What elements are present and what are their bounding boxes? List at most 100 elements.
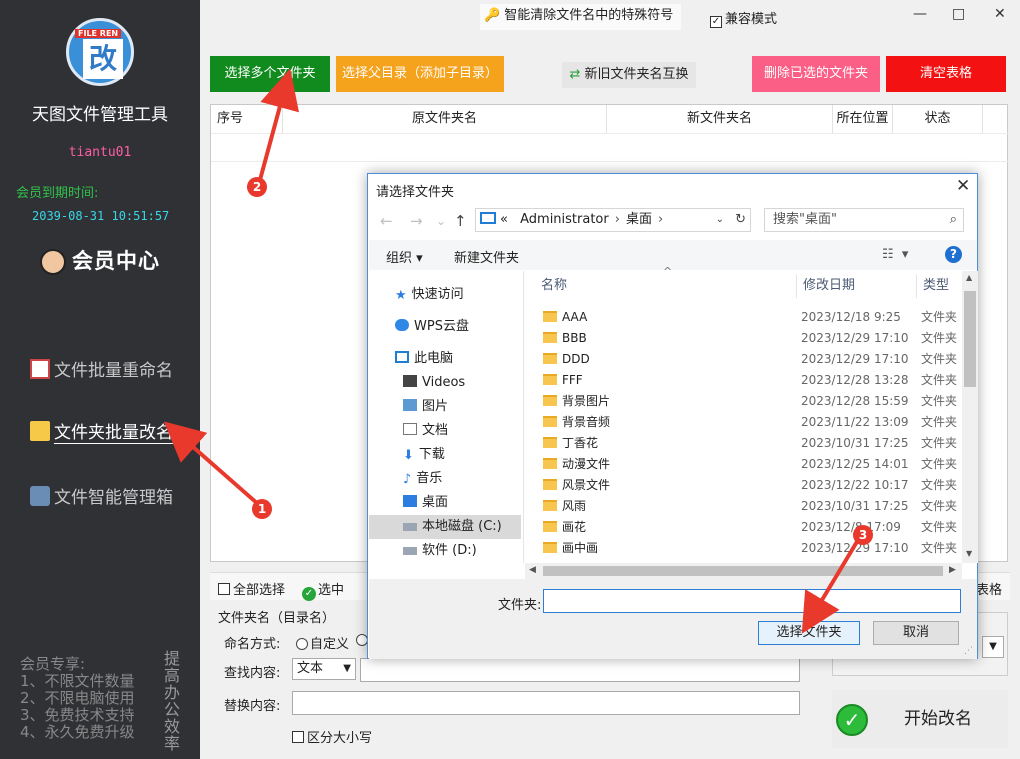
nav-file-rename[interactable]: 文件批量重命名 bbox=[30, 356, 173, 381]
replace-input[interactable] bbox=[292, 691, 800, 715]
file-row[interactable]: 背景音频 2023/11/22 13:09 文件夹 bbox=[525, 412, 962, 433]
vertical-scrollbar[interactable]: ▲ ▼ bbox=[962, 271, 978, 563]
checkbox-icon bbox=[292, 731, 304, 743]
table-tail-label[interactable]: 表格 bbox=[976, 579, 1002, 598]
file-name-text: 风景文件 bbox=[562, 478, 611, 492]
minimize-button[interactable]: — bbox=[913, 6, 927, 22]
path-segment[interactable]: Administrator bbox=[520, 212, 609, 227]
file-row[interactable]: AAA 2023/12/18 9:25 文件夹 bbox=[525, 307, 962, 328]
scroll-left-icon[interactable]: ◀ bbox=[529, 565, 536, 575]
file-row[interactable]: 画花 2023/12/8 17:09 文件夹 bbox=[525, 517, 962, 538]
path-segment[interactable]: 桌面 bbox=[626, 212, 652, 227]
path-overflow[interactable]: « bbox=[500, 212, 508, 227]
col-original-name[interactable]: 原文件夹名 bbox=[283, 105, 607, 133]
new-folder-button[interactable]: 新建文件夹 bbox=[454, 247, 519, 266]
file-row[interactable]: DDD 2023/12/29 17:10 文件夹 bbox=[525, 349, 962, 370]
find-type-value: 文本 bbox=[297, 661, 324, 676]
nav-folder-rename[interactable]: 文件夹批量改名 bbox=[30, 418, 173, 444]
drive-icon bbox=[403, 547, 417, 555]
col-location[interactable]: 所在位置 bbox=[833, 105, 893, 133]
col-type[interactable]: 类型 bbox=[917, 274, 962, 298]
tree-item-videos[interactable]: Videos bbox=[369, 371, 521, 395]
select-parent-dir-button[interactable]: 选择父目录（添加子目录） bbox=[336, 56, 504, 92]
select-multiple-folders-button[interactable]: 选择多个文件夹 bbox=[210, 56, 330, 92]
select-button[interactable]: ✓ 选中 bbox=[302, 579, 344, 601]
document-icon bbox=[403, 423, 417, 435]
col-index[interactable]: 序号 bbox=[211, 105, 283, 133]
special-symbol-feature[interactable]: 🔑 智能清除文件名中的特殊符号 bbox=[480, 4, 682, 30]
start-rename-button[interactable]: ✓ 开始改名 bbox=[832, 690, 1008, 748]
annotation-badge: 1 bbox=[252, 499, 272, 519]
help-icon[interactable]: ? bbox=[945, 246, 962, 263]
scroll-thumb[interactable] bbox=[543, 566, 943, 576]
cancel-button[interactable]: 取消 bbox=[873, 621, 959, 645]
find-type-select[interactable]: 文本 ▼ bbox=[292, 658, 356, 680]
member-perks: 会员专享: 1、不限文件数量 2、不限电脑使用 3、免费技术支持 4、永久免费升… bbox=[20, 656, 135, 741]
file-row[interactable]: BBB 2023/12/29 17:10 文件夹 bbox=[525, 328, 962, 349]
tree-item-this-pc[interactable]: 此电脑 bbox=[369, 347, 521, 371]
back-arrow-icon[interactable]: ← bbox=[380, 212, 393, 230]
refresh-icon[interactable]: ↻ bbox=[735, 209, 746, 231]
find-input[interactable] bbox=[360, 658, 800, 682]
tree-item-downloads[interactable]: ⬇ 下载 bbox=[369, 443, 521, 467]
tree-item-drive-c[interactable]: 本地磁盘 (C:) bbox=[369, 515, 521, 539]
file-type: 文件夹 bbox=[921, 310, 958, 324]
swap-names-button[interactable]: ⇄ 新旧文件夹名互换 bbox=[562, 62, 696, 88]
tree-divider[interactable] bbox=[523, 271, 524, 563]
file-date: 2023/12/22 10:17 bbox=[801, 478, 909, 492]
tree-item-drive-d[interactable]: 软件 (D:) bbox=[369, 539, 521, 563]
file-row[interactable]: 风雨 2023/10/31 17:25 文件夹 bbox=[525, 496, 962, 517]
maximize-button[interactable]: □ bbox=[952, 6, 965, 22]
choose-folder-button[interactable]: 选择文件夹 bbox=[758, 621, 860, 645]
select-label: 选中 bbox=[318, 583, 345, 598]
nav-folder-rename-label: 文件夹批量改名 bbox=[54, 423, 173, 444]
resize-grip-icon[interactable]: ⋰ bbox=[964, 646, 973, 656]
nav-smart-box[interactable]: 文件智能管理箱 bbox=[30, 483, 173, 508]
view-options-icon[interactable]: ☷ ▾ bbox=[882, 247, 908, 262]
col-name[interactable]: 名称 bbox=[525, 274, 797, 298]
tree-item-documents[interactable]: 文档 bbox=[369, 419, 521, 443]
tree-item-pictures[interactable]: 图片 bbox=[369, 395, 521, 419]
select-all-checkbox[interactable]: 全部选择 bbox=[218, 579, 285, 598]
right-options-select[interactable]: ▼ bbox=[982, 636, 1004, 658]
close-button[interactable]: ✕ bbox=[994, 6, 1006, 22]
swap-label: 新旧文件夹名互换 bbox=[584, 67, 689, 82]
recent-chevron-icon[interactable]: ⌄ bbox=[436, 214, 446, 228]
case-sensitive-checkbox[interactable]: 区分大小写 bbox=[292, 727, 372, 746]
file-row[interactable]: 动漫文件 2023/12/25 14:01 文件夹 bbox=[525, 454, 962, 475]
chevron-down-icon: ▼ bbox=[989, 641, 997, 652]
file-row[interactable]: 丁香花 2023/10/31 17:25 文件夹 bbox=[525, 433, 962, 454]
naming-custom-radio[interactable]: 自定义 bbox=[296, 633, 349, 652]
compat-mode-checkbox[interactable]: ✓ 兼容模式 bbox=[710, 8, 777, 28]
scroll-thumb[interactable] bbox=[964, 291, 976, 387]
file-date: 2023/12/8 17:09 bbox=[801, 520, 901, 534]
address-bar[interactable]: « Administrator › 桌面 › ⌄ ↻ bbox=[475, 208, 751, 232]
member-center-button[interactable]: 会员中心 bbox=[40, 245, 160, 275]
col-status[interactable]: 状态 bbox=[893, 105, 983, 133]
folder-name-input[interactable] bbox=[543, 589, 961, 613]
tree-item-desktop[interactable]: 桌面 bbox=[369, 491, 521, 515]
scroll-up-icon[interactable]: ▲ bbox=[966, 273, 972, 282]
up-arrow-icon[interactable]: ↑ bbox=[454, 212, 467, 230]
col-new-name[interactable]: 新文件夹名 bbox=[607, 105, 833, 133]
scroll-right-icon[interactable]: ▶ bbox=[949, 565, 956, 575]
horizontal-scrollbar[interactable]: ◀ ▶ bbox=[525, 563, 962, 579]
col-modified[interactable]: 修改日期 bbox=[797, 274, 917, 298]
chevron-down-icon[interactable]: ⌄ bbox=[716, 209, 724, 231]
clear-table-button[interactable]: 清空表格 bbox=[886, 56, 1006, 92]
folder-name-label: 文件夹: bbox=[498, 598, 542, 613]
tree-item-quick-access[interactable]: ★ 快速访问 bbox=[369, 283, 521, 307]
file-row[interactable]: 画中画 2023/12/29 17:10 文件夹 bbox=[525, 538, 962, 559]
dialog-close-button[interactable]: ✕ bbox=[956, 176, 970, 196]
file-row[interactable]: FFF 2023/12/28 13:28 文件夹 bbox=[525, 370, 962, 391]
tree-item-music[interactable]: ♪ 音乐 bbox=[369, 467, 521, 491]
tree-item-wps-cloud[interactable]: WPS云盘 bbox=[369, 315, 521, 339]
file-row[interactable]: 背景图片 2023/12/28 15:59 文件夹 bbox=[525, 391, 962, 412]
dialog-search-input[interactable]: 搜索"桌面" ⌕ bbox=[764, 208, 964, 232]
file-type: 文件夹 bbox=[921, 331, 958, 345]
scroll-down-icon[interactable]: ▼ bbox=[966, 549, 972, 558]
file-row[interactable]: 风景文件 2023/12/22 10:17 文件夹 bbox=[525, 475, 962, 496]
forward-arrow-icon[interactable]: → bbox=[410, 212, 423, 230]
delete-selected-button[interactable]: 删除已选的文件夹 bbox=[752, 56, 880, 92]
organize-menu[interactable]: 组织 ▾ bbox=[386, 247, 423, 266]
